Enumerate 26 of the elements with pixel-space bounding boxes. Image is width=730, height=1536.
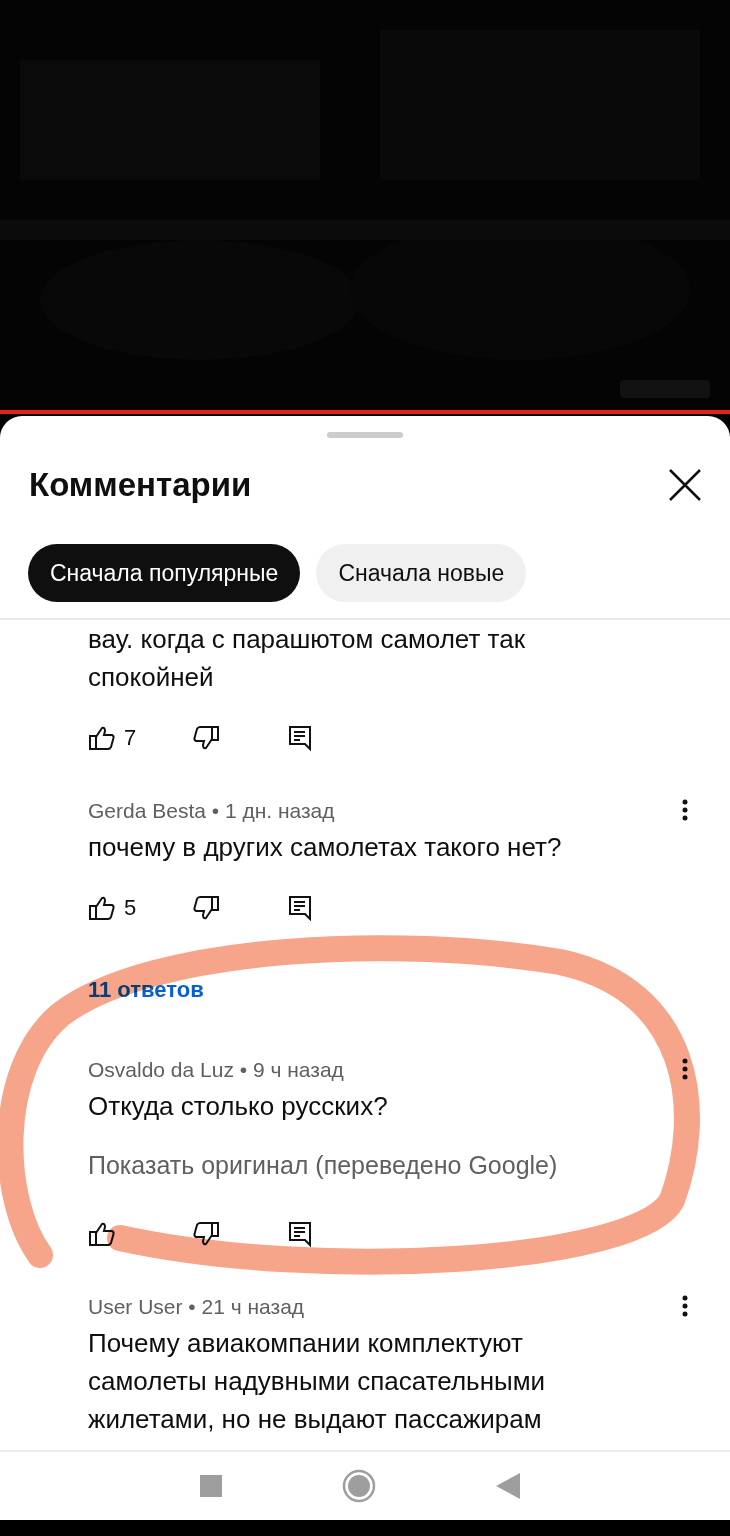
comment-meta: Osvaldo da Luz • 9 ч назад <box>88 1057 345 1083</box>
back-icon[interactable] <box>496 1473 520 1499</box>
drag-handle[interactable] <box>327 432 403 438</box>
thumbs-down-icon[interactable] <box>192 895 220 921</box>
comment-meta: Gerda Besta • 1 дн. назад <box>88 798 336 824</box>
thumbs-up-icon[interactable] <box>88 725 116 751</box>
show-original-link[interactable]: Показать оригинал (переведено Google) <box>88 1146 665 1184</box>
home-icon[interactable] <box>342 1469 376 1503</box>
comment-icon[interactable] <box>288 895 312 921</box>
more-icon[interactable] <box>681 799 689 823</box>
sort-chip[interactable]: Сначала новые <box>316 544 527 602</box>
comment-text: Откуда столько русских? <box>88 1090 389 1123</box>
comment-text: вау. когда с парашютом самолет так спокойней <box>88 623 527 694</box>
comment-meta: User User • 21 ч назад <box>88 1294 306 1320</box>
replies-link[interactable]: 11 ответов <box>88 970 204 1010</box>
comment-icon[interactable] <box>288 725 312 751</box>
more-icon[interactable] <box>681 1295 689 1319</box>
like-count: 7 <box>124 725 137 751</box>
comment-text: Почему авиакомпании комплектуют самолеты надувными спасательными жилетами, но не выдают пассажирам <box>88 1327 547 1436</box>
sheet-title: Комментарии <box>29 466 252 504</box>
thumbs-down-icon[interactable] <box>192 725 220 751</box>
sort-chip[interactable]: Сначала популярные <box>28 544 301 602</box>
thumbs-up-icon[interactable] <box>88 895 116 921</box>
comment-text: почему в других самолетах такого нет? <box>88 831 563 864</box>
like-count: 5 <box>124 895 137 921</box>
comment-icon[interactable] <box>288 1221 312 1247</box>
